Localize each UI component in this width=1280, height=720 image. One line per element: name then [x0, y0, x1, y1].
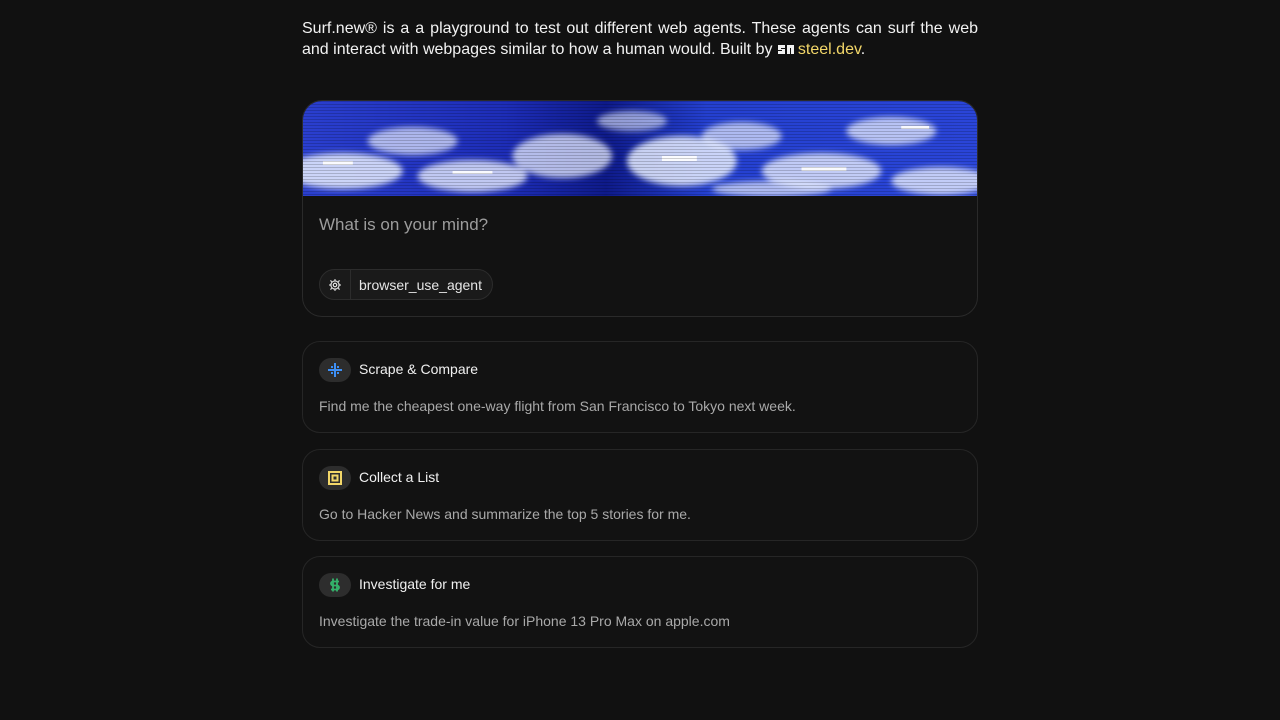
sparkle-arrows-icon: [319, 358, 351, 382]
suggestion-card-collect-list[interactable]: Collect a List Go to Hacker News and sum…: [302, 449, 978, 541]
suggestion-description: Go to Hacker News and summarize the top …: [319, 506, 691, 522]
suggestion-card-scrape-compare[interactable]: Scrape & Compare Find me the cheapest on…: [302, 341, 978, 433]
intro-text-before: Surf.new® is a a playground to test out …: [302, 20, 978, 58]
gear-icon: [320, 270, 351, 299]
intro-text: Surf.new® is a a playground to test out …: [302, 18, 978, 62]
intro-text-after: .: [860, 41, 866, 58]
dollar-icon: [319, 573, 351, 597]
steel-dev-link[interactable]: steel.dev: [798, 41, 861, 58]
suggestion-description: Investigate the trade-in value for iPhon…: [319, 613, 730, 629]
suggestion-description: Find me the cheapest one-way flight from…: [319, 398, 796, 414]
suggestion-title: Investigate for me: [359, 576, 471, 592]
agent-selector-chip[interactable]: browser_use_agent: [319, 269, 493, 300]
prompt-card: browser_use_agent: [302, 100, 978, 317]
list-box-icon: [319, 466, 351, 490]
prompt-input[interactable]: [319, 213, 959, 237]
agent-chip-label: browser_use_agent: [359, 276, 482, 293]
suggestion-title: Scrape & Compare: [359, 361, 479, 377]
suggestion-card-investigate[interactable]: Investigate for me Investigate the trade…: [302, 556, 978, 648]
steel-logo-icon: [777, 41, 795, 62]
banner-image: [303, 101, 977, 196]
suggestion-title: Collect a List: [359, 469, 440, 485]
